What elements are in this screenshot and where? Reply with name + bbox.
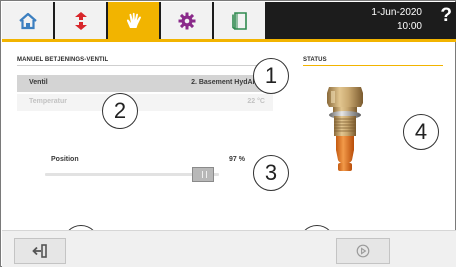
tab-log[interactable] <box>214 2 266 39</box>
tab-settings[interactable] <box>161 2 213 39</box>
temperature-row: Temperatur 22 °C <box>17 94 273 111</box>
callout-2: 2 <box>102 93 138 129</box>
status-section-rule <box>303 65 443 66</box>
time-text: 10:00 <box>396 21 422 32</box>
callout-4: 4 <box>403 114 439 150</box>
gear-icon <box>178 12 195 29</box>
position-label: Position <box>51 156 79 163</box>
temperature-label: Temperatur <box>29 98 67 105</box>
ventil-label: Ventil <box>29 79 48 86</box>
play-icon <box>356 244 370 258</box>
status-section-title: STATUS <box>303 57 327 63</box>
datetime: 1-Jun-2020 10:00 <box>302 6 422 34</box>
temperature-value: 22 °C <box>247 98 265 105</box>
tab-manual[interactable] <box>108 2 160 39</box>
tab-home[interactable] <box>2 2 54 39</box>
accent-line <box>2 39 456 42</box>
position-slider-thumb[interactable] <box>191 167 214 182</box>
valve-actuator-image <box>327 87 363 171</box>
home-icon <box>18 12 37 29</box>
tab-valves[interactable] <box>55 2 107 39</box>
play-button[interactable] <box>336 238 390 264</box>
valve-icon <box>74 11 87 30</box>
exit-icon <box>32 244 47 258</box>
ventil-row[interactable]: Ventil 2. Basement HydAlign <box>17 75 273 92</box>
help-button[interactable]: ? <box>440 5 452 27</box>
hand-icon <box>126 12 141 28</box>
exit-button[interactable] <box>14 238 66 264</box>
date-text: 1-Jun-2020 <box>371 7 422 18</box>
top-bar: 1-Jun-2020 10:00 ? <box>2 2 456 39</box>
callout-1: 1 <box>253 58 289 94</box>
callout-3: 3 <box>253 155 289 191</box>
app-window: 1-Jun-2020 10:00 ? MANUEL BETJENINGS-VEN… <box>0 0 456 267</box>
manual-section-rule <box>17 65 273 66</box>
bottom-bar <box>2 230 456 267</box>
manual-section-title: MANUEL BETJENINGS-VENTIL <box>17 57 109 63</box>
position-value: 97 % <box>229 156 245 163</box>
book-icon <box>231 11 247 30</box>
